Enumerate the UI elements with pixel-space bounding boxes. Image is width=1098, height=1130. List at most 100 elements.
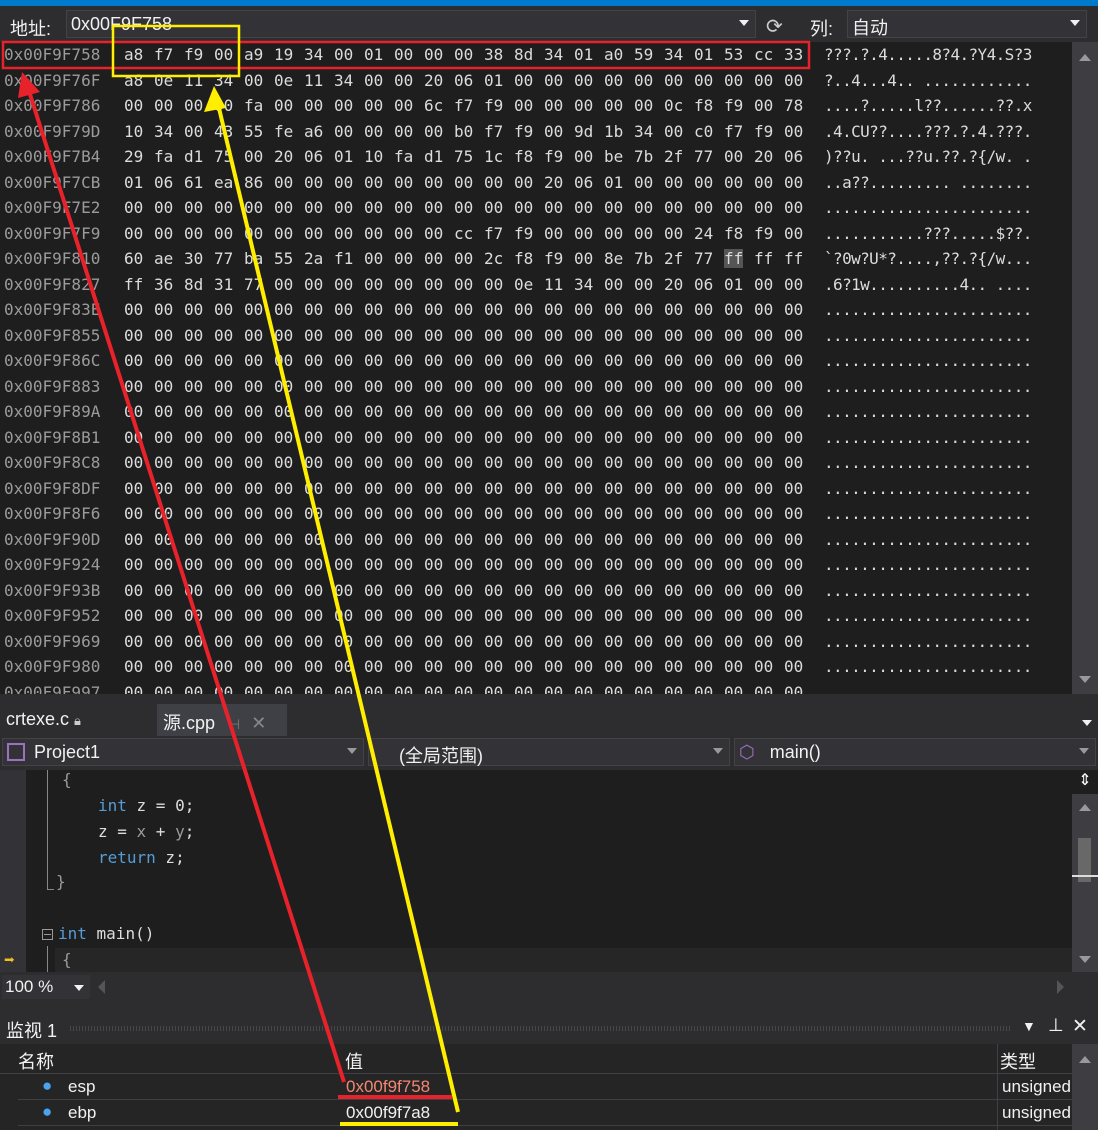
memory-byte[interactable]: 00 [754,453,773,472]
memory-byte[interactable]: 00 [124,198,143,217]
memory-byte[interactable]: 34 [214,71,233,90]
memory-byte[interactable]: 00 [484,377,503,396]
scroll-down-icon[interactable] [1079,676,1091,683]
memory-byte[interactable]: 00 [454,453,473,472]
memory-byte[interactable]: 00 [694,326,713,345]
memory-byte[interactable]: 00 [454,683,473,695]
memory-byte[interactable]: 00 [214,504,233,523]
memory-byte[interactable]: 00 [514,402,533,421]
memory-byte[interactable]: 00 [514,683,533,695]
memory-byte[interactable]: 00 [274,351,293,370]
memory-byte[interactable]: 00 [274,377,293,396]
memory-byte[interactable]: 00 [394,632,413,651]
memory-byte[interactable]: 00 [664,351,683,370]
memory-byte[interactable]: 00 [424,275,443,294]
memory-byte[interactable]: 00 [244,71,263,90]
memory-byte[interactable]: 0e [274,71,293,90]
memory-byte[interactable]: 00 [754,504,773,523]
memory-byte[interactable]: 00 [604,300,623,319]
memory-byte[interactable]: 00 [514,300,533,319]
memory-byte[interactable]: 00 [244,606,263,625]
memory-byte[interactable]: 00 [154,453,173,472]
memory-byte[interactable]: 00 [364,122,383,141]
memory-byte[interactable]: 00 [394,198,413,217]
memory-byte[interactable]: 00 [184,657,203,676]
memory-byte[interactable]: 00 [304,96,323,115]
memory-byte[interactable]: 00 [784,606,803,625]
memory-byte[interactable]: 00 [364,71,383,90]
memory-byte[interactable]: 00 [784,198,803,217]
memory-byte[interactable]: 00 [574,657,593,676]
memory-byte[interactable]: f7 [484,122,503,141]
memory-byte[interactable]: 00 [364,453,383,472]
memory-byte[interactable]: f9 [484,96,503,115]
memory-byte[interactable]: 00 [664,683,683,695]
memory-byte[interactable]: 75 [214,147,233,166]
memory-byte[interactable]: 00 [394,45,413,64]
memory-byte[interactable]: 00 [694,683,713,695]
memory-byte[interactable]: 00 [364,504,383,523]
memory-byte[interactable]: ae [154,249,173,268]
memory-byte[interactable]: 00 [184,198,203,217]
memory-byte[interactable]: 00 [364,300,383,319]
memory-byte[interactable]: 00 [544,530,563,549]
memory-byte[interactable]: 00 [274,530,293,549]
memory-byte[interactable]: 33 [784,45,803,64]
memory-byte[interactable]: ff [754,249,773,268]
memory-byte[interactable]: 00 [334,300,353,319]
memory-byte[interactable]: 00 [574,632,593,651]
memory-byte[interactable]: 00 [634,173,653,192]
chevron-down-icon[interactable] [347,748,357,754]
memory-byte[interactable]: 00 [724,300,743,319]
memory-byte[interactable]: 00 [274,479,293,498]
memory-byte[interactable]: 00 [154,326,173,345]
memory-byte[interactable]: 00 [784,300,803,319]
memory-byte[interactable]: 00 [154,428,173,447]
watch-value[interactable]: 0x00f9f7a8 [346,1103,430,1123]
memory-byte[interactable]: 00 [574,326,593,345]
function-select[interactable]: ⬡ main() [734,738,1096,766]
memory-byte[interactable]: 00 [184,632,203,651]
memory-byte[interactable]: 34 [634,122,653,141]
memory-byte[interactable]: 00 [694,606,713,625]
memory-byte[interactable]: 53 [724,45,743,64]
memory-byte[interactable]: 00 [634,479,653,498]
memory-byte[interactable]: 00 [214,428,233,447]
memory-byte[interactable]: 00 [634,351,653,370]
memory-byte[interactable]: 00 [364,606,383,625]
memory-byte[interactable]: 00 [544,71,563,90]
memory-byte[interactable]: 00 [514,428,533,447]
memory-byte[interactable]: 00 [724,632,743,651]
memory-byte[interactable]: 19 [274,45,293,64]
memory-byte[interactable]: 00 [634,453,653,472]
memory-byte[interactable]: 00 [364,555,383,574]
memory-byte[interactable]: 00 [244,351,263,370]
memory-byte[interactable]: 00 [514,555,533,574]
close-icon[interactable]: ✕ [1072,1015,1088,1038]
memory-byte[interactable]: 00 [574,555,593,574]
memory-byte[interactable]: 00 [694,402,713,421]
memory-byte[interactable]: 00 [334,122,353,141]
memory-byte[interactable]: 00 [544,479,563,498]
memory-byte[interactable]: 00 [244,555,263,574]
memory-byte[interactable]: 00 [304,581,323,600]
memory-byte[interactable]: 00 [274,402,293,421]
scroll-left-icon[interactable] [98,980,105,994]
memory-byte[interactable]: 00 [574,504,593,523]
memory-byte[interactable]: 11 [184,71,203,90]
memory-byte[interactable]: 00 [184,428,203,447]
memory-byte[interactable]: 00 [784,530,803,549]
memory-byte[interactable]: 00 [274,224,293,243]
watch-scrollbar[interactable] [1072,1044,1098,1130]
memory-byte[interactable]: 60 [124,249,143,268]
memory-byte[interactable]: 00 [664,606,683,625]
memory-byte[interactable]: 00 [424,300,443,319]
memory-byte[interactable]: 00 [544,428,563,447]
memory-byte[interactable]: 00 [154,581,173,600]
memory-byte[interactable]: 61 [184,173,203,192]
memory-byte[interactable]: 00 [484,606,503,625]
memory-byte[interactable]: 00 [304,657,323,676]
memory-byte[interactable]: 00 [244,402,263,421]
memory-byte[interactable]: 00 [424,173,443,192]
memory-byte[interactable]: f1 [334,249,353,268]
